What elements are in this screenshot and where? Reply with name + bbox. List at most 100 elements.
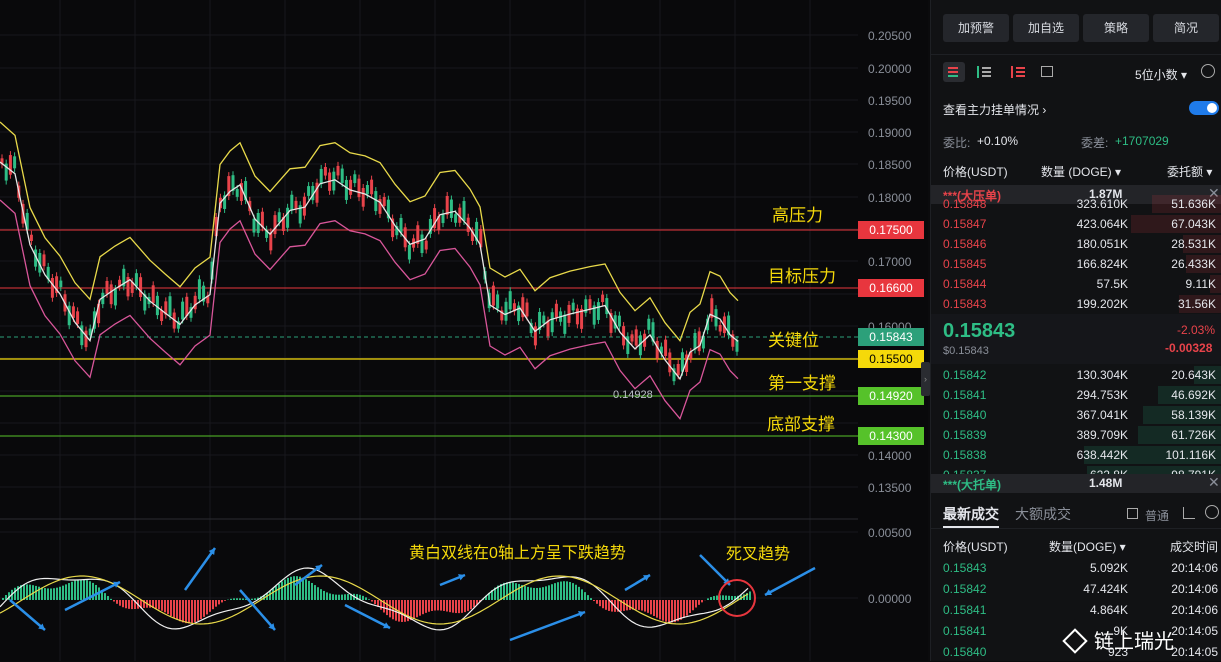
macd-bar: [344, 594, 346, 600]
normal-checkbox[interactable]: [1127, 508, 1138, 519]
book-asks-icon[interactable]: [1011, 66, 1025, 78]
candle-body: [324, 167, 327, 176]
overview-button[interactable]: 简况: [1153, 14, 1219, 42]
row-total: 20.643K: [1171, 368, 1216, 382]
candle-body: [290, 195, 293, 210]
change-abs: -0.00328: [1165, 341, 1212, 355]
y-tick: 0.18000: [868, 191, 911, 205]
macd-bar: [80, 579, 82, 600]
ask-row[interactable]: 0.15847423.064K67.043K: [931, 214, 1221, 234]
close-icon[interactable]: ✕: [1208, 474, 1220, 491]
macd-annotation: 黄白双线在0轴上方呈下跌趋势: [409, 539, 626, 563]
macd-bar: [551, 584, 553, 600]
bid-row[interactable]: 0.15839389.709K61.726K: [931, 425, 1221, 445]
macd-bar: [422, 600, 424, 614]
row-qty: 57.5K: [1097, 277, 1128, 291]
settings-icon[interactable]: [1201, 64, 1215, 78]
ask-row[interactable]: 0.15845166.824K26.433K: [931, 254, 1221, 274]
macd-bar: [527, 587, 529, 600]
row-qty: 180.051K: [1077, 237, 1128, 251]
level-annotation-key: 关键位: [768, 326, 819, 351]
macd-bar: [722, 595, 724, 600]
candle-body: [307, 186, 310, 196]
macd-bar: [650, 600, 652, 614]
macd-bar: [77, 580, 79, 600]
bid-row[interactable]: 0.15840367.041K58.139K: [931, 405, 1221, 425]
macd-bar: [749, 591, 751, 600]
candle-body: [719, 325, 722, 332]
candle-body: [253, 219, 256, 233]
bid-row[interactable]: 0.15842130.304K20.643K: [931, 365, 1221, 385]
filter-icon[interactable]: [1183, 507, 1195, 519]
macd-bar: [65, 584, 67, 600]
macd-bar: [83, 580, 85, 600]
candle-body: [563, 315, 566, 334]
chevron-down-icon: ▾: [1181, 68, 1187, 82]
candle-body: [618, 316, 621, 327]
macd-bar: [599, 600, 601, 606]
price-chart[interactable]: 0.20500 0.20000 0.19500 0.19000 0.18500 …: [0, 0, 928, 661]
level-annotation-support2: 底部支撑: [767, 410, 835, 435]
depth-toggle[interactable]: [1189, 101, 1219, 115]
tab-latest-trades[interactable]: 最新成交: [943, 504, 999, 524]
book-bids-icon[interactable]: [977, 66, 991, 78]
bid-row[interactable]: 0.15841294.753K46.692K: [931, 385, 1221, 405]
candle-body: [358, 179, 361, 197]
col-total[interactable]: 委托额 ▾: [1167, 163, 1212, 180]
trades-col-qty[interactable]: 数量(DOGE) ▾: [1049, 538, 1126, 555]
candle-body: [542, 316, 545, 324]
macd-bar: [419, 600, 421, 616]
macd-bar: [533, 588, 535, 600]
candle-body: [555, 304, 558, 318]
tab-large-trades[interactable]: 大额成交: [1015, 504, 1071, 524]
macd-bar: [104, 593, 106, 600]
macd-bar: [578, 587, 580, 600]
alert-button[interactable]: 加预警: [943, 14, 1009, 42]
col-qty[interactable]: 数量 (DOGE) ▾: [1041, 163, 1121, 180]
collapse-handle[interactable]: ›: [921, 362, 930, 396]
book-compact-icon[interactable]: [1041, 66, 1053, 77]
candle-body: [169, 296, 172, 316]
macd-bar: [68, 583, 70, 600]
macd-bar: [455, 600, 457, 613]
macd-bar: [563, 581, 565, 600]
last-price: 0.15843: [943, 320, 1015, 343]
strategy-button[interactable]: 策略: [1083, 14, 1149, 42]
diff-value: +1707029: [1115, 134, 1169, 148]
bid-row[interactable]: 0.15838638.442K101.116K: [931, 445, 1221, 465]
macd-bar: [584, 592, 586, 600]
macd-bar: [569, 582, 571, 600]
macd-bar: [440, 600, 442, 611]
settings-icon[interactable]: [1205, 505, 1219, 519]
macd-bar: [29, 585, 31, 600]
candle-body: [370, 180, 373, 195]
candle-body: [442, 214, 445, 223]
macd-bar: [284, 579, 286, 600]
ask-row[interactable]: 0.1584457.5K9.11K: [931, 274, 1221, 294]
macd-bar: [173, 600, 175, 618]
book-both-icon[interactable]: [943, 62, 965, 82]
macd-bar: [281, 581, 283, 600]
macd-bar: [308, 581, 310, 600]
macd-bar: [557, 582, 559, 600]
ask-row[interactable]: 0.15846180.051K28.531K: [931, 234, 1221, 254]
macd-bar: [194, 600, 196, 622]
macd-bar: [86, 580, 88, 600]
ask-row[interactable]: 0.15843199.202K31.56K: [931, 294, 1221, 314]
macd-bar: [122, 600, 124, 607]
candle-body: [647, 319, 650, 330]
depth-link[interactable]: 查看主力挂单情况 ›: [943, 101, 1046, 118]
macd-bar: [425, 600, 427, 613]
macd-bar: [653, 600, 655, 616]
ask-row[interactable]: 0.15848323.610K51.636K: [931, 194, 1221, 214]
macd-bar: [320, 589, 322, 600]
row-price: 0.15848: [943, 197, 986, 211]
macd-bar: [404, 600, 406, 622]
candle-body: [85, 331, 88, 348]
macd-bar: [575, 585, 577, 600]
candle-body: [59, 281, 62, 287]
trade-row: 0.158435.092K20:14:06: [931, 558, 1221, 578]
decimals-select[interactable]: 5位小数 ▾: [1135, 66, 1187, 83]
add-watchlist-button[interactable]: 加自选: [1013, 14, 1079, 42]
candle-body: [677, 364, 680, 375]
